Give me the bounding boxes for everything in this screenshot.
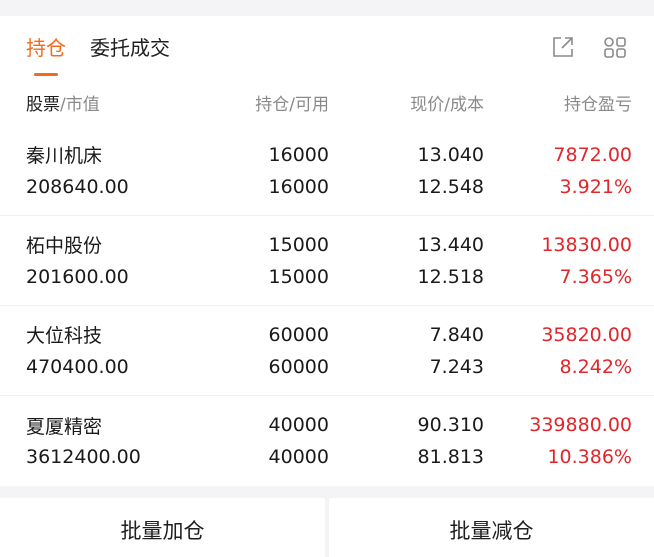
cost-price: 12.518 (417, 265, 484, 288)
pnl-amount: 13830.00 (541, 233, 632, 256)
active-tab-indicator (34, 73, 58, 76)
tab-positions-label: 持仓 (26, 36, 66, 60)
stock-name: 夏厦精密 (26, 415, 103, 438)
table-header: 股票/市值 持仓/可用 现价/成本 持仓盈亏 (0, 78, 654, 126)
header-market-value-label: /市值 (60, 94, 100, 115)
pnl-percent: 10.386% (547, 446, 632, 468)
table-row[interactable]: 秦川机床 16000 13.040 7872.00 208640.00 1600… (0, 126, 654, 216)
pnl-amount: 7872.00 (553, 143, 632, 166)
positions-panel: 持仓 委托成交 股票/市值 持仓/可用 现价/成本 持仓盈亏 秦川机床 1600… (0, 16, 654, 486)
tab-orders[interactable]: 委托成交 (90, 16, 170, 78)
hold-qty: 15000 (268, 233, 329, 256)
table-row[interactable]: 大位科技 60000 7.840 35820.00 470400.00 6000… (0, 306, 654, 396)
market-value: 208640.00 (26, 175, 129, 198)
table-row[interactable]: 柘中股份 15000 13.440 13830.00 201600.00 150… (0, 216, 654, 306)
table-row[interactable]: 夏厦精密 40000 90.310 339880.00 3612400.00 4… (0, 396, 654, 486)
market-value: 470400.00 (26, 355, 129, 378)
batch-add-button[interactable]: 批量加仓 (0, 498, 325, 557)
tab-actions (550, 34, 628, 60)
current-price: 90.310 (417, 414, 484, 436)
positions-list: 秦川机床 16000 13.040 7872.00 208640.00 1600… (0, 126, 654, 486)
hold-qty: 16000 (268, 143, 329, 166)
tab-bar: 持仓 委托成交 (0, 16, 654, 78)
header-pnl-label: 持仓盈亏 (564, 94, 632, 115)
pnl-percent: 8.242% (559, 355, 632, 378)
pnl-amount: 35820.00 (541, 323, 632, 346)
top-spacer (0, 0, 654, 16)
avail-qty: 16000 (268, 175, 329, 198)
hold-qty: 60000 (268, 323, 329, 346)
current-price: 7.840 (429, 323, 484, 346)
batch-reduce-button[interactable]: 批量减仓 (329, 498, 654, 557)
tab-positions[interactable]: 持仓 (26, 16, 66, 78)
header-hold: 持仓/可用 (255, 94, 329, 115)
footer-actions: 批量加仓 批量减仓 (0, 498, 654, 557)
market-value: 201600.00 (26, 265, 129, 288)
current-price: 13.440 (417, 233, 484, 256)
pnl-percent: 7.365% (559, 265, 632, 288)
avail-qty: 40000 (268, 446, 329, 468)
market-value: 3612400.00 (26, 446, 141, 468)
share-icon[interactable] (550, 34, 576, 60)
current-price: 13.040 (417, 143, 484, 166)
pnl-amount: 339880.00 (529, 414, 632, 436)
header-stock-label: 股票 (26, 94, 60, 115)
avail-qty: 60000 (268, 355, 329, 378)
cost-price: 81.813 (417, 446, 484, 468)
stock-name: 柘中股份 (26, 235, 103, 257)
header-price: 现价/成本 (410, 94, 484, 115)
header-stock: 股票/市值 (26, 90, 212, 115)
pnl-percent: 3.921% (559, 175, 632, 198)
cost-price: 12.548 (417, 175, 484, 198)
grid-icon[interactable] (602, 34, 628, 60)
stock-name: 大位科技 (26, 325, 103, 347)
tab-orders-label: 委托成交 (90, 36, 170, 60)
bottom-spacer (0, 486, 654, 498)
cost-price: 7.243 (429, 355, 484, 378)
stock-name: 秦川机床 (26, 145, 103, 167)
avail-qty: 15000 (268, 265, 329, 288)
hold-qty: 40000 (268, 414, 329, 436)
header-pnl: 持仓盈亏 (484, 90, 632, 115)
